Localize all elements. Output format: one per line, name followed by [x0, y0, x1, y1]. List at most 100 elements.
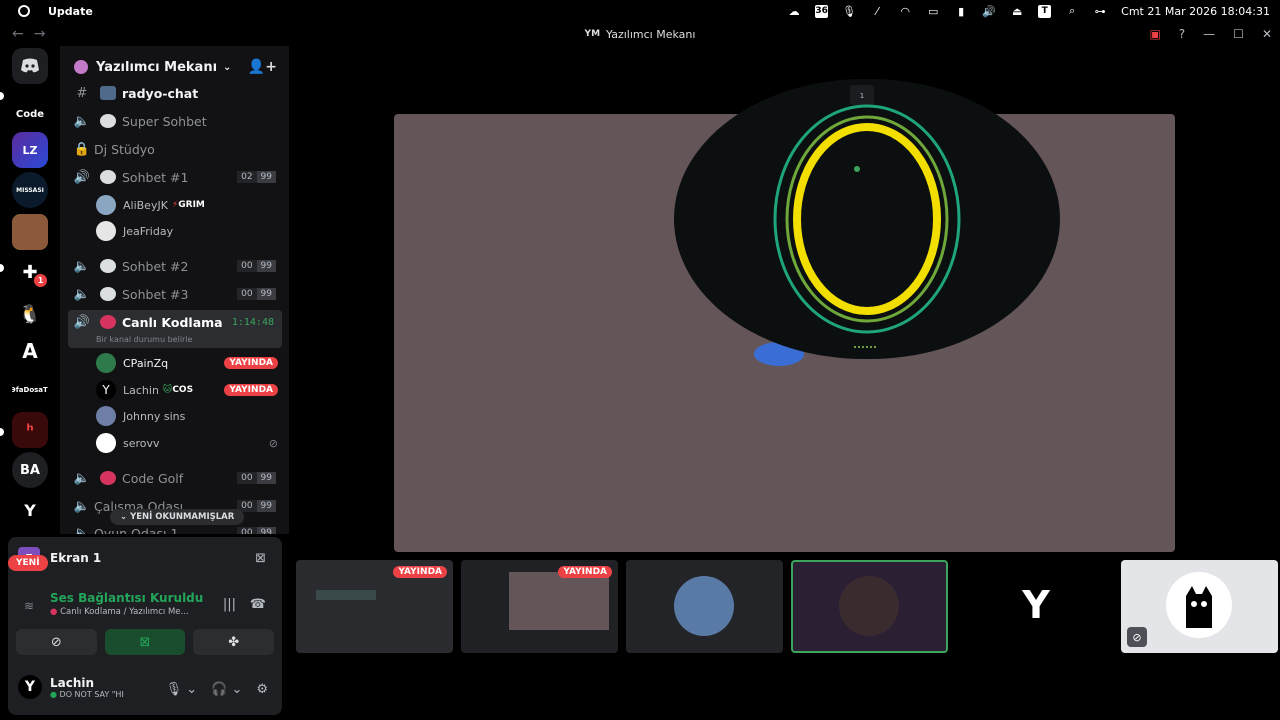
unread-messages-pill[interactable]: ⌄ YENİ OKUNMAMIŞLAR [110, 509, 245, 525]
cloud-icon[interactable]: ☁ [787, 5, 801, 18]
invite-user-icon[interactable]: 👤+ [248, 59, 277, 75]
new-servers-badge[interactable]: YENİ [8, 555, 48, 571]
server-red[interactable]: ʰ [12, 412, 48, 448]
call-timer: 1:14:48 [231, 317, 274, 328]
live-badge: YAYINDA [224, 384, 278, 396]
user-tag: ⚡GRIM [171, 200, 205, 210]
settings-gear-icon[interactable]: ⚙ [256, 682, 268, 697]
wifi-icon[interactable]: ◠ [898, 5, 912, 18]
activities-icon: ✤ [228, 634, 240, 650]
chevron-down-icon: ⌄ [223, 61, 232, 73]
search-icon[interactable]: ⌕ [1065, 4, 1079, 17]
avatar [96, 353, 116, 373]
activities-button[interactable]: ✤ [193, 629, 275, 655]
clock[interactable]: Cmt 21 Mar 2026 18:04:31 [1121, 5, 1270, 18]
eject-icon[interactable]: ⏏ [1010, 5, 1024, 18]
os-top-bar: Update ☁ 36 🎙 ⁄ ◠ ▭ ▮ 🔊 ⏏ T ⌕ ⊶ Cmt 21 M… [0, 0, 1280, 22]
noise-suppression-icon[interactable]: ||| [223, 597, 236, 612]
server-minecraft[interactable] [12, 214, 48, 250]
voice-user[interactable]: AliBeyJK ⚡GRIM [96, 193, 282, 217]
headphones-icon[interactable]: 🎧 ⌄ [211, 682, 242, 697]
channel-code-golf[interactable]: 🔈 Code Golf 00 99 [68, 465, 282, 491]
live-badge: YAYINDA [558, 566, 612, 578]
connection-status[interactable]: Ses Bağlantısı Kuruldu [50, 591, 203, 605]
voice-user[interactable]: Y Lachin 🐱COS YAYINDA [96, 378, 282, 402]
voice-user[interactable]: JeaFriday [96, 219, 282, 243]
screen-overlay[interactable]: 1 [674, 79, 1060, 359]
server-a[interactable]: A [12, 333, 48, 369]
server-linux[interactable]: 🐧 [12, 296, 48, 332]
stop-share-icon[interactable]: ⊠ [255, 551, 266, 566]
speaker-icon: 🔈 [73, 470, 91, 486]
participant-tiles: YAYINDA YAYINDA Y ⊘ [296, 560, 1278, 653]
server-missasi[interactable]: MISSASI [12, 172, 48, 208]
channel-dj-studyo[interactable]: 🔒 Dj Stüdyo [68, 136, 282, 162]
channel-sohbet-3[interactable]: 🔈 Sohbet #3 00 99 [68, 281, 282, 307]
voice-user[interactable]: Johnny sins [96, 404, 282, 428]
microphone-icon[interactable]: 🎙 ⌄ [166, 682, 198, 697]
red-circle-icon [100, 315, 116, 329]
help-icon[interactable]: ? [1179, 27, 1185, 41]
forward-arrow-icon[interactable]: → [34, 26, 46, 42]
voice-user[interactable]: serovv ⊘ [96, 431, 282, 455]
discord-home-icon[interactable] [12, 48, 48, 84]
speech-bubble-icon [100, 259, 116, 273]
microphone-icon[interactable]: 🎙 [842, 5, 856, 18]
speaker-icon: 🔈 [73, 113, 91, 129]
speaker-active-icon: 🔊 [73, 315, 91, 330]
inbox-icon[interactable]: ▣ [1149, 27, 1160, 41]
signal-icon[interactable]: ≋ [24, 599, 34, 613]
channel-status[interactable]: Bir kanal durumu belirle [96, 335, 192, 344]
server-code[interactable]: Code [12, 96, 48, 132]
channel-name: Super Sohbet [122, 113, 207, 129]
participant-tile[interactable]: ⊘ [1121, 560, 1278, 653]
app-badge[interactable]: T [1038, 4, 1052, 18]
channel-radyo-chat[interactable]: # radyo-chat [68, 80, 282, 106]
calendar-badge[interactable]: 36 [815, 4, 829, 18]
participant-tile[interactable] [626, 560, 783, 653]
channel-sohbet-2[interactable]: 🔈 Sohbet #2 00 99 [68, 253, 282, 279]
participant-tile[interactable] [791, 560, 948, 653]
participant-tile[interactable]: YAYINDA [461, 560, 618, 653]
user-limit: 00 99 [237, 260, 276, 272]
channel-sohbet-1[interactable]: 🔊 Sohbet #1 02 99 [68, 164, 282, 190]
camera-off-button[interactable]: ⊘ [16, 629, 97, 655]
speech-bubble-icon [100, 114, 116, 128]
maximize-icon[interactable]: ☐ [1233, 27, 1244, 41]
server-lachin[interactable]: Y [12, 492, 48, 528]
toggle-icon[interactable]: ⊶ [1093, 5, 1107, 18]
server-text[interactable]: ƏfaDosaTı [12, 372, 48, 408]
active-app-name[interactable]: Update [48, 5, 93, 18]
user-name: CPainZq [123, 356, 169, 370]
server-lz[interactable]: LZ [12, 132, 48, 168]
display-icon[interactable]: ▭ [926, 5, 940, 18]
connection-channel[interactable]: ● Canlı Kodlama / Yazılımcı Me... [50, 607, 189, 617]
screen-share-button[interactable]: ⊠ [104, 629, 186, 655]
channel-super-sohbet[interactable]: 🔈 Super Sohbet [68, 108, 282, 134]
minimize-icon[interactable]: — [1203, 27, 1215, 41]
rings-graphic [773, 104, 961, 348]
participant-tile[interactable]: Y [956, 560, 1113, 653]
avatar: Y [18, 675, 42, 699]
battery-icon[interactable]: ▮ [954, 5, 968, 18]
hash-icon: # [76, 85, 88, 101]
server-ba[interactable]: BA [12, 452, 48, 488]
close-icon[interactable]: ✕ [1262, 27, 1272, 41]
speech-bubble-icon [100, 287, 116, 301]
screen-share-icon: ⊠ [139, 634, 151, 650]
volume-icon[interactable]: 🔊 [982, 5, 996, 18]
participant-tile[interactable]: YAYINDA [296, 560, 453, 653]
os-menu-icon[interactable] [18, 5, 30, 17]
avatar [96, 406, 116, 426]
speaker-icon: 🔈 [73, 258, 91, 274]
voice-panel: F Ekran 1 ⊠ ≋ Ses Bağlantısı Kuruldu ● C… [8, 537, 282, 715]
guild-logo-icon: YM [584, 29, 601, 39]
back-arrow-icon[interactable]: ← [12, 26, 24, 42]
speaker-icon: 🔈 [73, 498, 91, 514]
guild-icon [74, 60, 88, 74]
user-name: serovv [123, 436, 160, 450]
bluetooth-off-icon[interactable]: ⁄ [870, 5, 884, 18]
voice-user[interactable]: CPainZq YAYINDA [96, 351, 282, 375]
user-area[interactable]: Y Lachin ● DO NOT SAY "HI [18, 675, 124, 699]
disconnect-icon[interactable]: ☎ [250, 597, 266, 612]
